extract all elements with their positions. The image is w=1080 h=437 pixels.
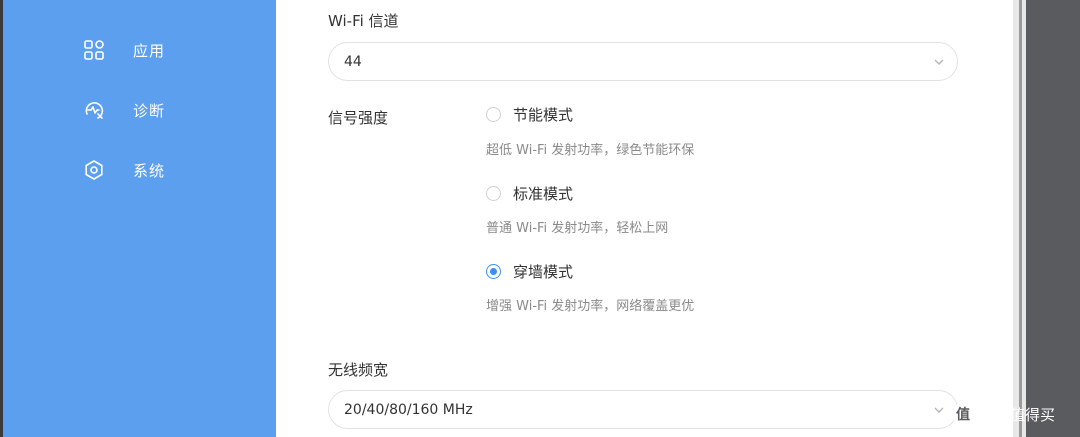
radio-description: 普通 Wi-Fi 发射功率，轻松上网: [486, 221, 669, 236]
radio-wall-penetration[interactable]: 穿墙模式: [486, 261, 573, 282]
radio-label: 标准模式: [513, 185, 574, 203]
radio-power-saving[interactable]: 节能模式: [486, 104, 573, 125]
sidebar-item-diagnose[interactable]: 诊断: [83, 95, 165, 125]
watermark: 值 什么值得买: [952, 402, 1055, 426]
right-background-panel: [1026, 0, 1080, 437]
sidebar-item-label: 诊断: [133, 101, 166, 120]
wifi-channel-label: Wi-Fi 信道: [328, 12, 399, 30]
gear-icon: [83, 159, 105, 181]
radio-description: 超低 Wi-Fi 发射功率，绿色节能环保: [486, 143, 695, 158]
apps-grid-icon: [83, 39, 105, 61]
watermark-text: 什么值得买: [980, 405, 1056, 424]
sidebar-item-label: 应用: [133, 41, 166, 60]
wifi-channel-value: 44: [344, 53, 362, 70]
diagnose-icon: [83, 99, 105, 121]
radio-button[interactable]: [486, 264, 501, 279]
sidebar: 应用 诊断 系统: [3, 0, 276, 437]
radio-description: 增强 Wi-Fi 发射功率，网络覆盖更优: [486, 299, 695, 314]
bandwidth-label: 无线频宽: [328, 361, 389, 379]
chevron-down-icon: [933, 56, 945, 68]
radio-label: 节能模式: [513, 106, 574, 124]
bandwidth-select[interactable]: 20/40/80/160 MHz: [328, 390, 958, 429]
chevron-down-icon: [933, 404, 945, 416]
sidebar-item-system[interactable]: 系统: [83, 155, 165, 185]
wifi-settings-panel: Wi-Fi 信道 44 信号强度 节能模式 超低 Wi-Fi 发射功率，绿色节能…: [276, 0, 1013, 437]
radio-label: 穿墙模式: [513, 263, 574, 281]
sidebar-item-apps[interactable]: 应用: [83, 35, 165, 65]
radio-button[interactable]: [486, 186, 501, 201]
bandwidth-value: 20/40/80/160 MHz: [344, 401, 473, 418]
scrollbar-thumb[interactable]: [1019, 0, 1022, 437]
scrollbar-track[interactable]: [1013, 0, 1026, 437]
sidebar-item-label: 系统: [133, 161, 166, 180]
watermark-logo-icon: 值: [952, 403, 974, 425]
radio-standard[interactable]: 标准模式: [486, 183, 573, 204]
radio-button[interactable]: [486, 107, 501, 122]
wifi-channel-select[interactable]: 44: [328, 42, 958, 81]
signal-strength-label: 信号强度: [328, 109, 389, 127]
